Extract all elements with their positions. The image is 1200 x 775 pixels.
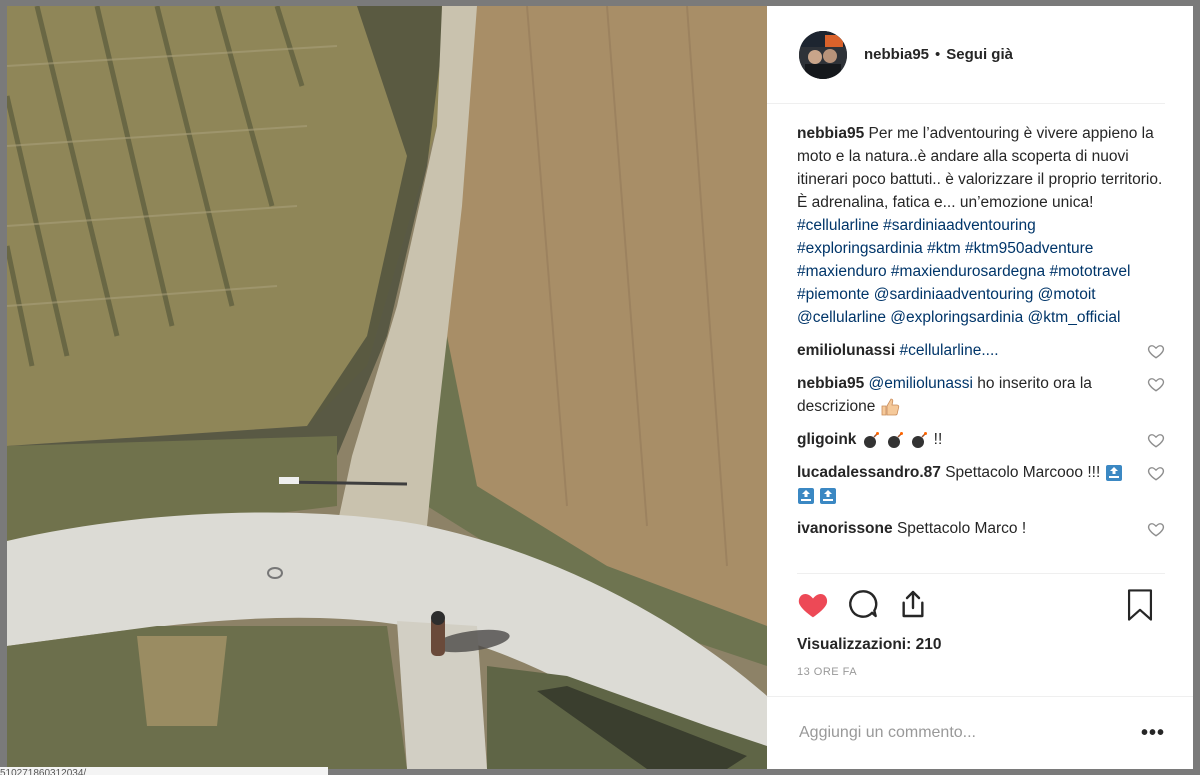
post-caption: nebbia95 Per me l’adventouring è vivere … <box>797 122 1165 329</box>
comment-body: nebbia95 @emiliolunassi ho inserito ora … <box>797 372 1137 418</box>
avatar-image <box>799 30 847 79</box>
comment-item: emiliolunassi #cellularline.... <box>797 335 1165 368</box>
comment-button[interactable] <box>847 588 879 620</box>
share-icon <box>902 590 924 618</box>
url-status-bar: 510271860312034/ <box>0 767 328 775</box>
bomb-icon <box>912 431 928 448</box>
comment-body: lucadalessandro.87 Spettacolo Marcooo !!… <box>797 461 1137 507</box>
thumbs-up-icon <box>881 398 899 416</box>
hashtag[interactable]: #maxiendurosardegna <box>891 263 1045 280</box>
hashtag[interactable]: #ktm950adventure <box>965 240 1093 257</box>
post-photo[interactable] <box>7 6 767 769</box>
hashtag[interactable]: #sardiniaadventouring <box>883 217 1036 234</box>
comment-username[interactable]: gligoink <box>797 431 856 448</box>
views-number: 210 <box>915 636 942 653</box>
small-heart-icon[interactable] <box>1147 464 1165 482</box>
mention-link[interactable]: @exploringsardinia <box>890 309 1023 326</box>
more-options-button[interactable]: ••• <box>1141 722 1165 745</box>
comment-username[interactable]: nebbia95 <box>797 375 864 392</box>
comment-username[interactable]: emiliolunassi <box>797 342 895 359</box>
views-count[interactable]: Visualizzazioni: 210 <box>767 636 1193 654</box>
hashtag[interactable]: #cellularline.... <box>900 342 999 359</box>
comment-username[interactable]: lucadalessandro.87 <box>797 464 941 481</box>
small-heart-icon[interactable] <box>1147 342 1165 360</box>
post-sidebar: nebbia95 • Segui già nebbia95 Per me l’a… <box>767 6 1193 769</box>
add-comment-bar: ••• <box>767 696 1193 769</box>
bomb-icon <box>863 431 879 448</box>
hashtag[interactable]: #exploringsardinia <box>797 240 923 257</box>
comment-body: emiliolunassi #cellularline.... <box>797 339 1137 362</box>
comment-input[interactable] <box>797 723 1101 743</box>
mention-link[interactable]: @ktm_official <box>1028 309 1121 326</box>
hashtag[interactable]: #piemonte <box>797 286 869 303</box>
post-header: nebbia95 • Segui già <box>767 6 1165 104</box>
bookmark-icon <box>1127 589 1153 621</box>
follow-status-button[interactable]: Segui già <box>946 46 1013 63</box>
small-heart-icon[interactable] <box>1147 431 1165 449</box>
share-button[interactable] <box>897 588 929 620</box>
comment-body: gligoink !! <box>797 428 1137 451</box>
mention-link[interactable]: @motoit <box>1038 286 1096 303</box>
hashtag[interactable]: #ktm <box>927 240 961 257</box>
small-heart-icon[interactable] <box>1147 375 1165 393</box>
top-icon <box>798 487 814 504</box>
like-button[interactable] <box>797 589 829 619</box>
heart-icon <box>798 594 828 618</box>
bomb-icon <box>888 431 904 448</box>
hashtag[interactable]: #maxienduro <box>797 263 887 280</box>
comment-item: lucadalessandro.87 Spettacolo Marcooo !!… <box>797 457 1165 513</box>
comment-item: ivanorissone Spettacolo Marco ! <box>797 513 1165 546</box>
top-icon <box>820 487 837 504</box>
action-bar <box>797 573 1165 634</box>
top-icon <box>1105 464 1122 481</box>
post-modal: nebbia95 • Segui già nebbia95 Per me l’a… <box>7 6 1193 769</box>
views-label: Visualizzazioni: <box>797 636 912 653</box>
mention-link[interactable]: @sardiniaadventouring <box>874 286 1034 303</box>
post-timestamp[interactable]: 13 ORE FA <box>767 666 1193 678</box>
avatar[interactable] <box>799 30 847 79</box>
comment-text: !! <box>933 431 943 448</box>
comment-text: Spettacolo Marco ! <box>896 520 1027 537</box>
comment-item: nebbia95 @emiliolunassi ho inserito ora … <box>797 368 1165 424</box>
comment-username[interactable]: ivanorissone <box>797 520 893 537</box>
save-button[interactable] <box>1125 588 1155 622</box>
mention-link[interactable]: @emiliolunassi <box>869 375 973 392</box>
post-author-username[interactable]: nebbia95 <box>864 46 929 63</box>
caption-username[interactable]: nebbia95 <box>797 125 864 142</box>
small-heart-icon[interactable] <box>1147 520 1165 538</box>
comments-list[interactable]: nebbia95 Per me l’adventouring è vivere … <box>767 104 1193 573</box>
hashtag[interactable]: #mototravel <box>1049 263 1130 280</box>
comment-text: Spettacolo Marcooo !!! <box>945 464 1101 481</box>
comment-item: gligoink !! <box>797 424 1165 457</box>
comment-icon <box>849 590 878 618</box>
mention-link[interactable]: @cellularline <box>797 309 886 326</box>
hashtag[interactable]: #cellularline <box>797 217 879 234</box>
header-separator: • <box>935 46 941 63</box>
aerial-photo <box>7 6 767 769</box>
comment-body: ivanorissone Spettacolo Marco ! <box>797 517 1137 540</box>
